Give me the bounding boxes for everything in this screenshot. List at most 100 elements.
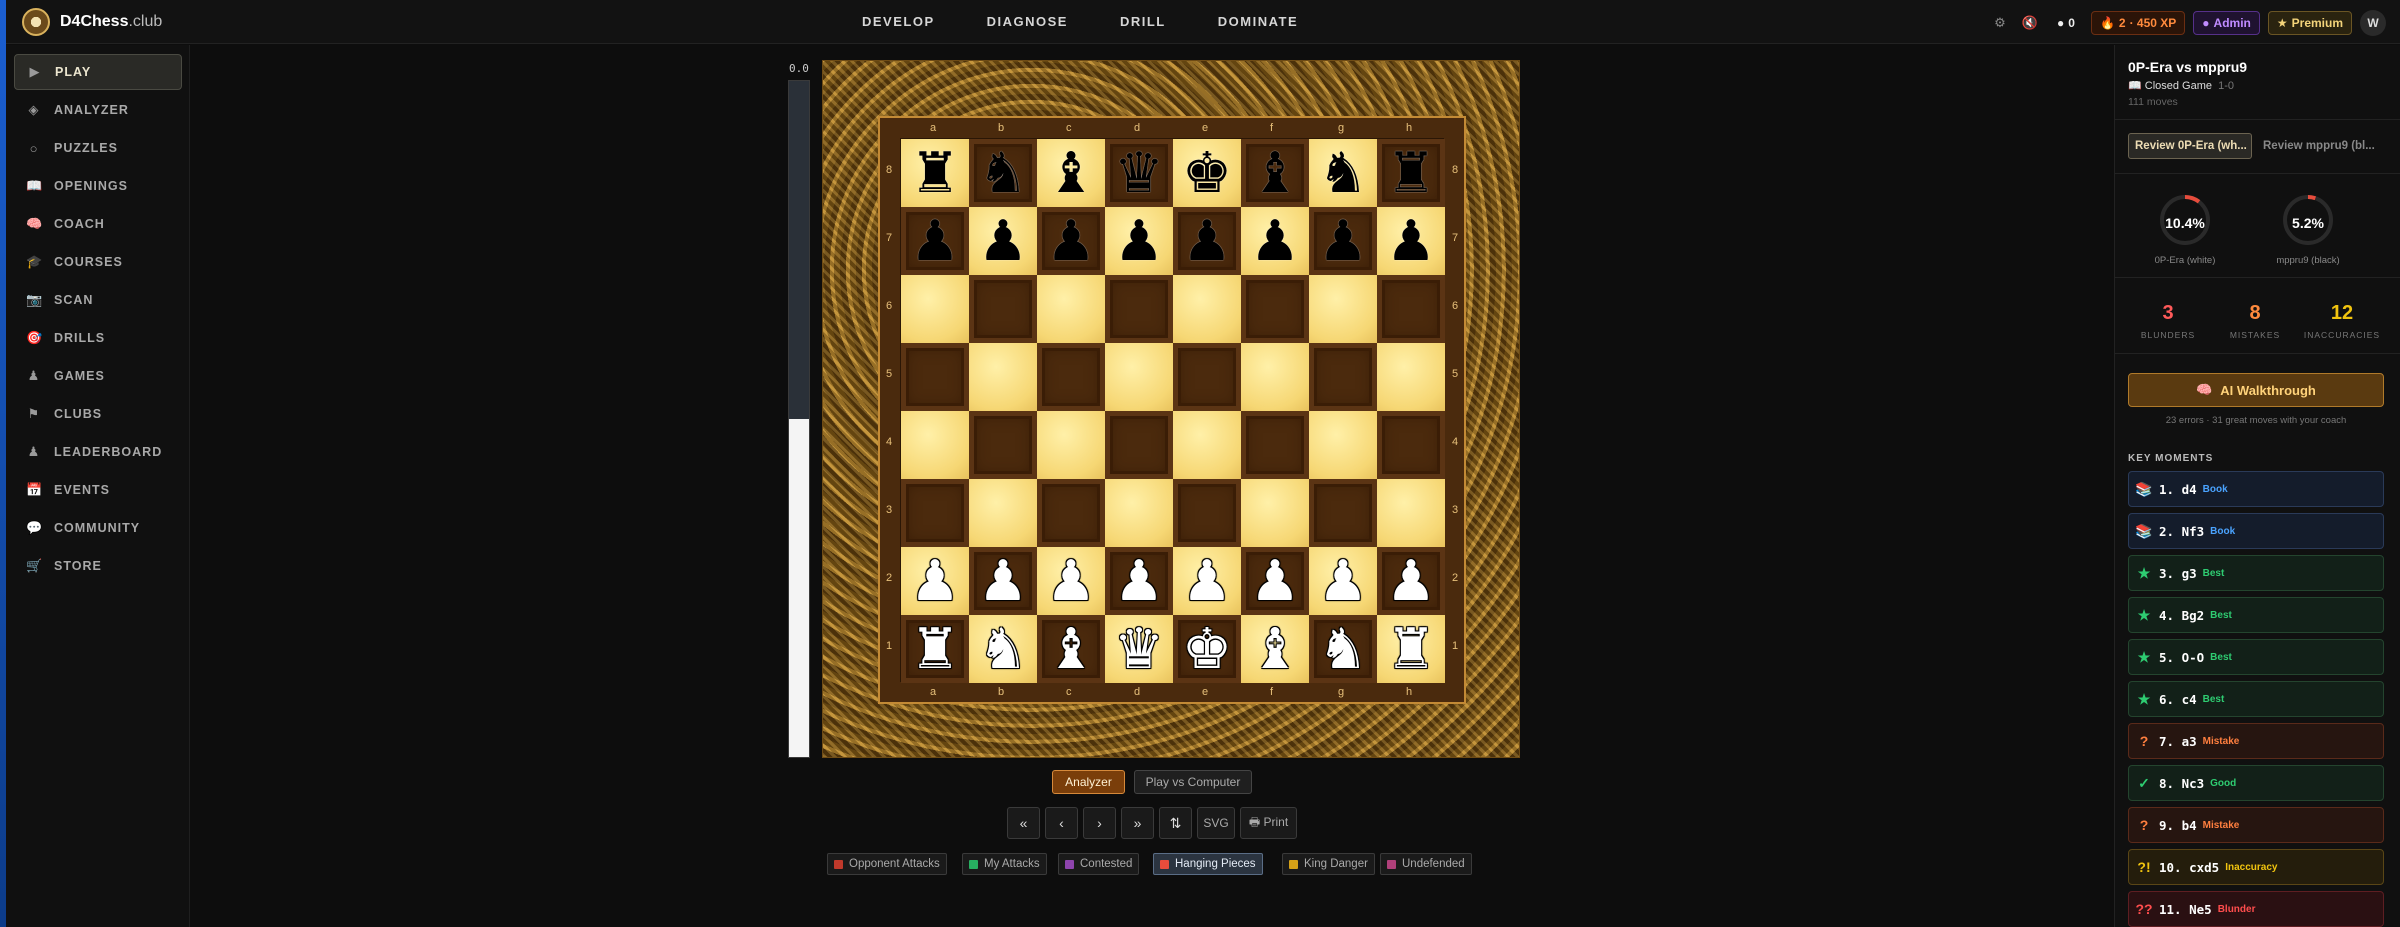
- square-f1[interactable]: ♝: [1241, 615, 1309, 683]
- square-d2[interactable]: ♟: [1105, 547, 1173, 615]
- sidebar-item-play[interactable]: ▶ PLAY: [14, 54, 182, 90]
- first-move-button[interactable]: «: [1007, 807, 1040, 839]
- square-a5[interactable]: [901, 343, 969, 411]
- sidebar-item-openings[interactable]: 📖 OPENINGS: [14, 168, 182, 204]
- black-bishop-piece[interactable]: ♝: [1250, 145, 1300, 201]
- black-pawn-piece[interactable]: ♟: [1386, 213, 1436, 269]
- prev-move-button[interactable]: ‹: [1045, 807, 1078, 839]
- square-h8[interactable]: ♜: [1377, 139, 1445, 207]
- overlay-toggle-undefended[interactable]: Undefended: [1380, 853, 1472, 875]
- square-c1[interactable]: ♝: [1037, 615, 1105, 683]
- key-moment-item[interactable]: 📚 2. Nf3 Book: [2128, 513, 2384, 549]
- black-pawn-piece[interactable]: ♟: [1046, 213, 1096, 269]
- square-d8[interactable]: ♛: [1105, 139, 1173, 207]
- white-rook-piece[interactable]: ♜: [1386, 621, 1436, 677]
- square-a6[interactable]: [901, 275, 969, 343]
- sidebar-item-community[interactable]: 💬 COMMUNITY: [14, 510, 182, 546]
- square-e8[interactable]: ♚: [1173, 139, 1241, 207]
- square-c6[interactable]: [1037, 275, 1105, 343]
- white-pawn-piece[interactable]: ♟: [1182, 553, 1232, 609]
- square-e3[interactable]: [1173, 479, 1241, 547]
- sidebar-item-leaderboard[interactable]: ♟ LEADERBOARD: [14, 434, 182, 470]
- white-queen-piece[interactable]: ♛: [1114, 621, 1164, 677]
- black-king-piece[interactable]: ♚: [1182, 145, 1232, 201]
- mute-icon[interactable]: 🔇: [2019, 12, 2041, 34]
- overlay-toggle-king-danger[interactable]: King Danger: [1282, 853, 1375, 875]
- nav-drill[interactable]: DRILL: [1120, 14, 1166, 29]
- square-d6[interactable]: [1105, 275, 1173, 343]
- square-a3[interactable]: [901, 479, 969, 547]
- square-c5[interactable]: [1037, 343, 1105, 411]
- black-queen-piece[interactable]: ♛: [1114, 145, 1164, 201]
- square-a2[interactable]: ♟: [901, 547, 969, 615]
- nav-develop[interactable]: DEVELOP: [862, 14, 935, 29]
- square-c3[interactable]: [1037, 479, 1105, 547]
- white-pawn-piece[interactable]: ♟: [1046, 553, 1096, 609]
- white-rook-piece[interactable]: ♜: [910, 621, 960, 677]
- black-pawn-piece[interactable]: ♟: [978, 213, 1028, 269]
- sidebar-item-events[interactable]: 📅 EVENTS: [14, 472, 182, 508]
- overlay-toggle-hanging-pieces[interactable]: Hanging Pieces: [1153, 853, 1263, 875]
- square-b6[interactable]: [969, 275, 1037, 343]
- nav-diagnose[interactable]: DIAGNOSE: [987, 14, 1068, 29]
- sidebar-item-drills[interactable]: 🎯 DRILLS: [14, 320, 182, 356]
- black-pawn-piece[interactable]: ♟: [1318, 213, 1368, 269]
- square-d7[interactable]: ♟: [1105, 207, 1173, 275]
- sidebar-item-games[interactable]: ♟ GAMES: [14, 358, 182, 394]
- square-e5[interactable]: [1173, 343, 1241, 411]
- square-c8[interactable]: ♝: [1037, 139, 1105, 207]
- black-knight-piece[interactable]: ♞: [1318, 145, 1368, 201]
- white-pawn-piece[interactable]: ♟: [978, 553, 1028, 609]
- overlay-toggle-contested[interactable]: Contested: [1058, 853, 1140, 875]
- square-d4[interactable]: [1105, 411, 1173, 479]
- square-b3[interactable]: [969, 479, 1037, 547]
- square-g6[interactable]: [1309, 275, 1377, 343]
- last-move-button[interactable]: »: [1121, 807, 1154, 839]
- ai-walkthrough-button[interactable]: 🧠 AI Walkthrough: [2128, 373, 2384, 407]
- square-g7[interactable]: ♟: [1309, 207, 1377, 275]
- key-moment-item[interactable]: ✓ 8. Nc3 Good: [2128, 765, 2384, 801]
- black-pawn-piece[interactable]: ♟: [910, 213, 960, 269]
- square-b7[interactable]: ♟: [969, 207, 1037, 275]
- sidebar-item-analyzer[interactable]: ◈ ANALYZER: [14, 92, 182, 128]
- play-vs-computer-button[interactable]: Play vs Computer: [1134, 770, 1252, 794]
- square-e6[interactable]: [1173, 275, 1241, 343]
- white-bishop-piece[interactable]: ♝: [1250, 621, 1300, 677]
- square-e7[interactable]: ♟: [1173, 207, 1241, 275]
- square-g8[interactable]: ♞: [1309, 139, 1377, 207]
- black-knight-piece[interactable]: ♞: [978, 145, 1028, 201]
- settings-dot-icon[interactable]: ⚙: [1989, 12, 2011, 34]
- square-h3[interactable]: [1377, 479, 1445, 547]
- analyzer-mode-button[interactable]: Analyzer: [1052, 770, 1125, 794]
- square-h5[interactable]: [1377, 343, 1445, 411]
- square-f8[interactable]: ♝: [1241, 139, 1309, 207]
- sidebar-item-puzzles[interactable]: ○ PUZZLES: [14, 130, 182, 166]
- square-h2[interactable]: ♟: [1377, 547, 1445, 615]
- sidebar-item-coach[interactable]: 🧠 COACH: [14, 206, 182, 242]
- square-e2[interactable]: ♟: [1173, 547, 1241, 615]
- white-bishop-piece[interactable]: ♝: [1046, 621, 1096, 677]
- black-pawn-piece[interactable]: ♟: [1250, 213, 1300, 269]
- overlay-toggle-opponent-attacks[interactable]: Opponent Attacks: [827, 853, 947, 875]
- square-a7[interactable]: ♟: [901, 207, 969, 275]
- square-f3[interactable]: [1241, 479, 1309, 547]
- square-e4[interactable]: [1173, 411, 1241, 479]
- flip-board-button[interactable]: ⇅: [1159, 807, 1192, 839]
- sidebar-item-scan[interactable]: 📷 SCAN: [14, 282, 182, 318]
- key-moment-item[interactable]: ★ 6. c4 Best: [2128, 681, 2384, 717]
- avatar[interactable]: W: [2360, 10, 2386, 36]
- next-move-button[interactable]: ›: [1083, 807, 1116, 839]
- square-g4[interactable]: [1309, 411, 1377, 479]
- key-moment-item[interactable]: ★ 5. O-O Best: [2128, 639, 2384, 675]
- sidebar-item-store[interactable]: 🛒 STORE: [14, 548, 182, 584]
- review-white-button[interactable]: Review 0P-Era (wh...: [2128, 133, 2252, 159]
- square-b5[interactable]: [969, 343, 1037, 411]
- streak-xp-badge[interactable]: 🔥 2 · 450 XP: [2090, 11, 2186, 35]
- square-b8[interactable]: ♞: [969, 139, 1037, 207]
- square-c4[interactable]: [1037, 411, 1105, 479]
- square-b1[interactable]: ♞: [969, 615, 1037, 683]
- black-pawn-piece[interactable]: ♟: [1182, 213, 1232, 269]
- print-button[interactable]: 🖶 Print: [1240, 807, 1297, 839]
- square-h1[interactable]: ♜: [1377, 615, 1445, 683]
- square-g3[interactable]: [1309, 479, 1377, 547]
